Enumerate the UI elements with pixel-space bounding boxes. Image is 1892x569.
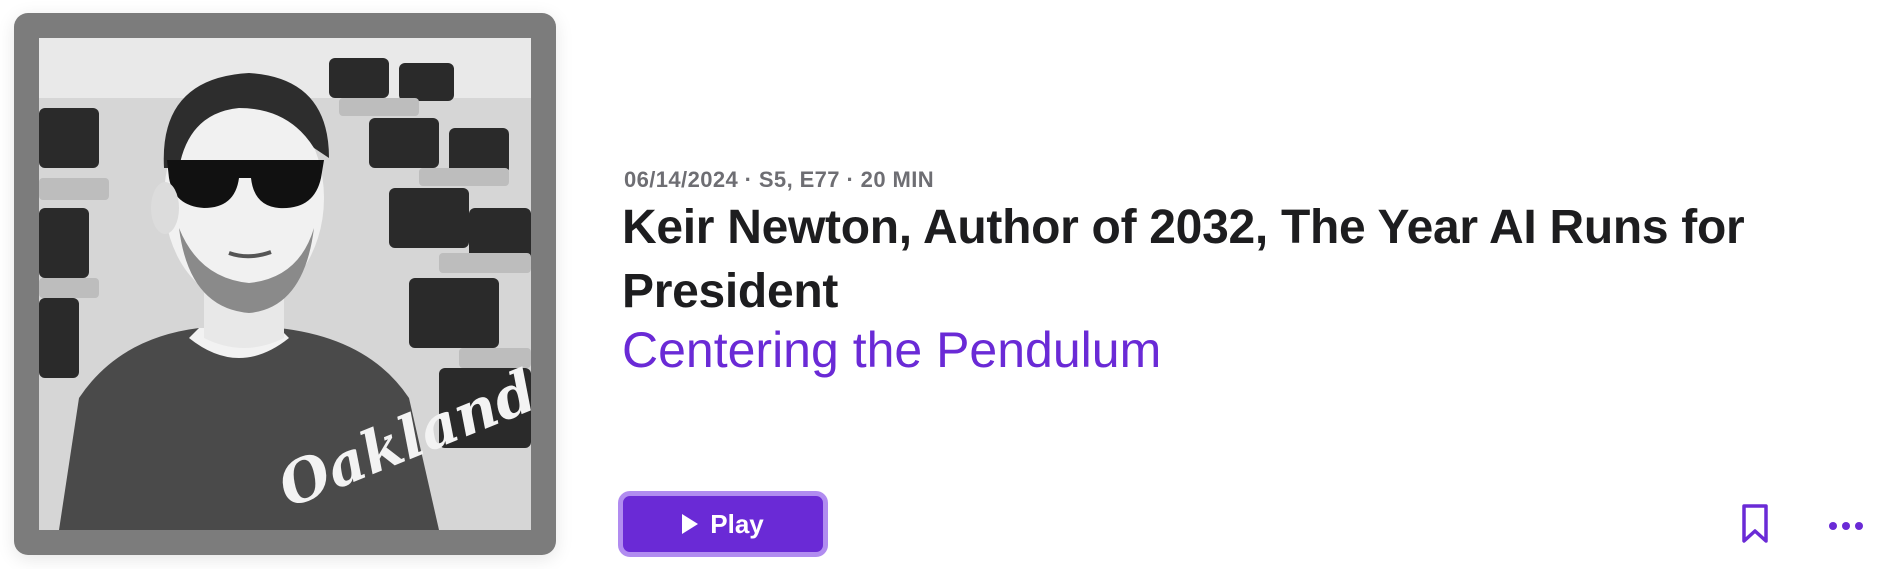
play-button-label: Play	[710, 508, 764, 539]
artwork-photo: Oakland	[39, 38, 531, 530]
episode-meta: 06/14/2024 · S5, E77 · 20 MIN	[624, 167, 934, 192]
show-name-link[interactable]: Centering the Pendulum	[622, 318, 1161, 382]
play-button[interactable]: Play	[618, 491, 828, 557]
episode-artwork-frame: Oakland	[14, 13, 556, 555]
bookmark-button[interactable]	[1738, 502, 1772, 546]
ellipsis-icon	[1829, 522, 1863, 530]
episode-artwork[interactable]: Oakland	[39, 38, 531, 530]
play-icon	[682, 514, 699, 534]
more-options-button[interactable]	[1826, 508, 1866, 544]
episode-title: Keir Newton, Author of 2032, The Year AI…	[622, 201, 1745, 318]
bookmark-icon	[1742, 504, 1768, 543]
episode-header: Oakland 06/14/2024 · S5, E77 · 20 MIN Ke…	[0, 0, 1892, 569]
